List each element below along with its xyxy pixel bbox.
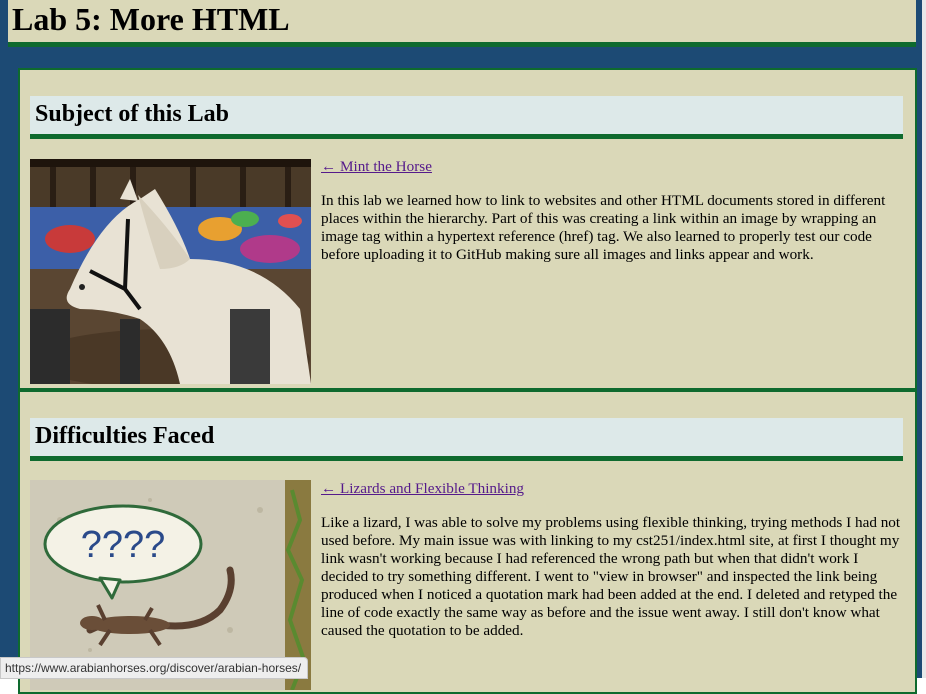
page-header: Lab 5: More HTML: [8, 0, 916, 47]
section-subject: Subject of this Lab ← Mint the Horse In …: [18, 68, 917, 390]
link-status-bar: https://www.arabianhorses.org/discover/a…: [0, 657, 309, 679]
section-paragraph: In this lab we learned how to link to we…: [321, 192, 886, 263]
section-heading: Subject of this Lab: [35, 101, 230, 127]
bubble-question-marks: ????: [81, 524, 166, 566]
section-heading-bar: Subject of this Lab: [30, 96, 903, 139]
horse-photo[interactable]: [30, 159, 311, 384]
section-paragraph: Like a lizard, I was able to solve my pr…: [321, 514, 901, 639]
section-heading: Difficulties Faced: [35, 423, 215, 449]
section-difficulties: Difficulties Faced ???? ← Lizards and Fl…: [18, 390, 917, 694]
mint-the-horse-link[interactable]: ← Mint the Horse: [321, 158, 432, 176]
lizards-flexible-thinking-link[interactable]: ← Lizards and Flexible Thinking: [321, 480, 524, 498]
section-content: ← Lizards and Flexible Thinking Like a l…: [321, 480, 907, 640]
page-title: Lab 5: More HTML: [12, 1, 290, 37]
section-heading-bar: Difficulties Faced: [30, 418, 903, 461]
window-edge: [922, 0, 926, 678]
section-content: ← Mint the Horse In this lab we learned …: [321, 158, 907, 264]
horse-photo-link[interactable]: [30, 159, 311, 384]
